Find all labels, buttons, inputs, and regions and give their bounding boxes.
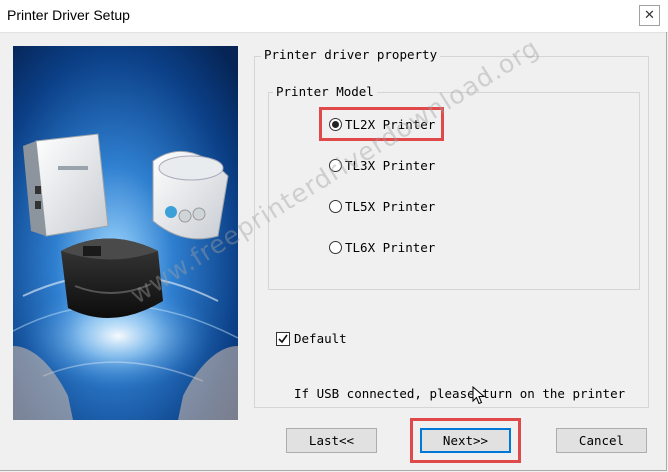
close-button[interactable]: ✕	[639, 5, 660, 26]
last-button-label: Last<<	[308, 433, 355, 448]
radio-label-tl5x: TL5X Printer	[345, 199, 436, 214]
cancel-button-label: Cancel	[578, 433, 625, 448]
radio-tl3x[interactable]: TL3X Printer	[329, 158, 435, 173]
radio-empty-icon	[329, 159, 342, 172]
radio-empty-icon	[329, 241, 342, 254]
cancel-button[interactable]: Cancel	[556, 428, 647, 453]
driver-property-legend: Printer driver property	[261, 47, 441, 62]
title-bar: Printer Driver Setup ✕	[0, 0, 668, 33]
default-checkbox[interactable]: Default	[276, 331, 347, 346]
checkmark-icon	[276, 331, 290, 346]
radio-tl5x[interactable]: TL5X Printer	[329, 199, 435, 214]
radio-empty-icon	[329, 200, 342, 213]
close-icon: ✕	[644, 8, 655, 23]
printer-banner-image	[13, 46, 238, 420]
radio-tl6x[interactable]: TL6X Printer	[329, 240, 435, 255]
radio-label-tl6x: TL6X Printer	[345, 240, 436, 255]
printer-model-legend: Printer Model	[273, 84, 377, 99]
last-button[interactable]: Last<<	[286, 428, 377, 453]
usb-instruction: If USB connected, please turn on the pri…	[294, 386, 626, 401]
default-checkbox-label: Default	[294, 331, 347, 346]
highlight-next	[410, 418, 521, 463]
mouse-pointer-icon	[472, 386, 486, 405]
highlight-tl2x	[319, 107, 444, 141]
window-title: Printer Driver Setup	[7, 7, 130, 23]
radio-label-tl3x: TL3X Printer	[345, 158, 436, 173]
